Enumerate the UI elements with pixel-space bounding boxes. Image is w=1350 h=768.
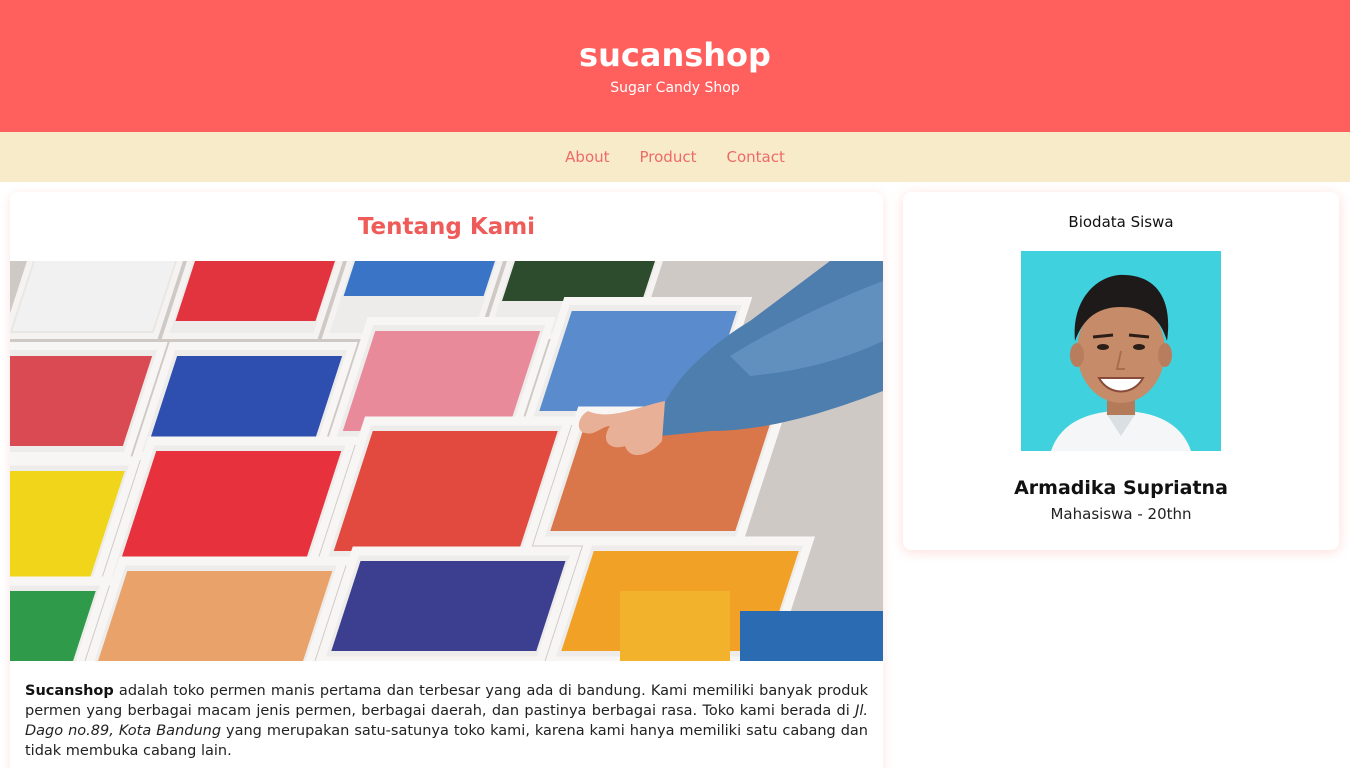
profile-name: Armadika Supriatna (1014, 477, 1228, 499)
candy-store-image (10, 261, 883, 661)
site-title: sucanshop (579, 36, 771, 74)
profile-photo (1021, 251, 1221, 451)
nav-link-about[interactable]: About (565, 148, 609, 166)
about-text-part1: adalah toko permen manis pertama dan ter… (25, 683, 868, 719)
profile-role: Mahasiswa - 20thn (1050, 505, 1192, 523)
about-paragraph: Sucanshop adalah toko permen manis perta… (10, 661, 883, 761)
nav-link-product[interactable]: Product (640, 148, 697, 166)
profile-card: Biodata Siswa Armadika Supriatna Mahasis… (903, 192, 1339, 550)
site-subtitle: Sugar Candy Shop (610, 80, 740, 96)
main-nav: About Product Contact (0, 132, 1350, 182)
site-header: sucanshop Sugar Candy Shop (0, 0, 1350, 132)
content-area: Tentang Kami Sucanshop adalah toko perme… (0, 182, 1350, 768)
nav-link-contact[interactable]: Contact (726, 148, 784, 166)
about-card: Tentang Kami Sucanshop adalah toko perme… (10, 192, 883, 768)
profile-title: Biodata Siswa (1068, 213, 1174, 231)
brand-name: Sucanshop (25, 683, 114, 699)
about-heading: Tentang Kami (357, 214, 536, 240)
